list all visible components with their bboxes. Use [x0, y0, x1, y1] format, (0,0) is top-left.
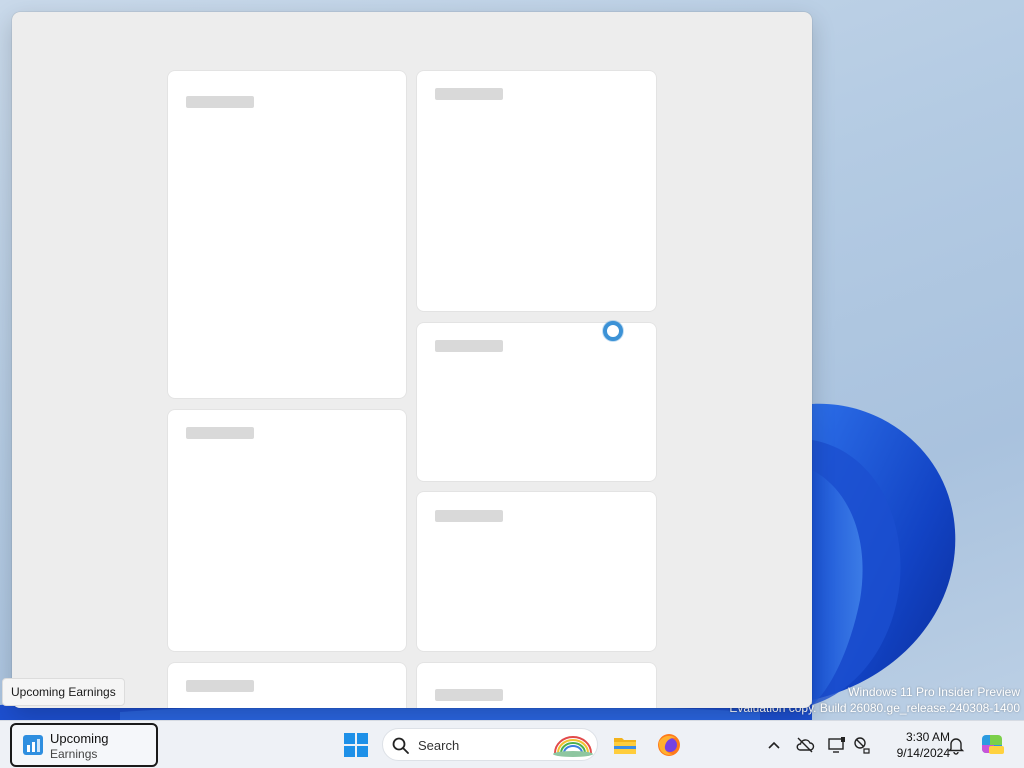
card-title-placeholder: [186, 680, 254, 692]
search-box[interactable]: Search: [382, 728, 598, 761]
system-clock[interactable]: 3:30 AM 9/14/2024: [874, 729, 950, 761]
firefox-icon[interactable]: [656, 732, 682, 758]
widgets-panel: [12, 12, 812, 708]
start-icon[interactable]: [344, 733, 368, 757]
card-title-placeholder: [435, 88, 503, 100]
widget-card-1[interactable]: [168, 71, 406, 398]
widget-card-5[interactable]: [417, 492, 656, 651]
widget-card-6[interactable]: [168, 663, 406, 708]
clock-date: 9/14/2024: [896, 746, 950, 760]
network-icon[interactable]: [852, 735, 872, 755]
stock-chart-icon: [23, 735, 43, 755]
card-title-placeholder: [186, 96, 254, 108]
search-icon: [392, 737, 409, 754]
widget-title-line1: Upcoming: [50, 731, 109, 746]
cloud-offline-icon[interactable]: [795, 735, 815, 755]
widget-tooltip: Upcoming Earnings: [2, 678, 125, 706]
widget-card-7[interactable]: [417, 663, 656, 708]
widget-card-3[interactable]: [417, 323, 656, 481]
file-explorer-icon[interactable]: [612, 732, 638, 758]
taskbar: Upcoming Earnings Search 3:30 AM 9/14/20…: [0, 720, 1024, 768]
card-title-placeholder: [186, 427, 254, 439]
search-placeholder: Search: [418, 738, 460, 753]
chevron-up-icon[interactable]: [764, 735, 784, 755]
card-title-placeholder: [435, 689, 503, 701]
clock-time: 3:30 AM: [905, 730, 950, 744]
widget-title-line2: Earnings: [50, 747, 98, 761]
copilot-pre-icon[interactable]: [980, 731, 1006, 757]
widget-card-2[interactable]: [417, 71, 656, 311]
search-highlight-rainbow-icon: [553, 736, 593, 757]
widgets-button[interactable]: Upcoming Earnings: [10, 723, 158, 767]
card-title-placeholder: [435, 340, 503, 352]
card-title-placeholder: [435, 510, 503, 522]
display-icon[interactable]: [827, 735, 847, 755]
notification-bell-icon[interactable]: [946, 735, 966, 755]
loading-spinner-icon: [603, 321, 623, 341]
widget-card-4[interactable]: [168, 410, 406, 651]
